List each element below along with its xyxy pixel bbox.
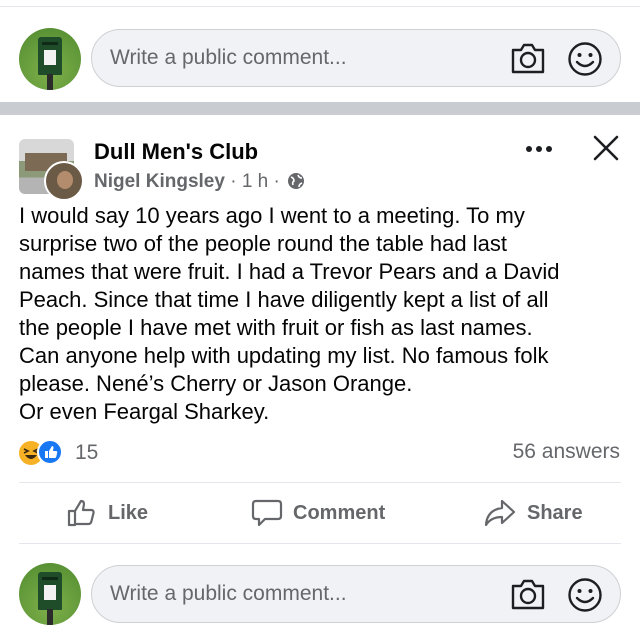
camera-icon[interactable] xyxy=(510,577,546,611)
post-time[interactable]: 1 h xyxy=(242,171,268,192)
section-separator xyxy=(0,102,640,115)
post-text: I would say 10 years ago I went to a mee… xyxy=(19,202,629,426)
avatar[interactable] xyxy=(19,28,81,90)
author-name[interactable]: Nigel Kingsley xyxy=(94,171,225,192)
comment-icon xyxy=(251,499,283,527)
post-meta: Nigel Kingsley · 1 h · xyxy=(94,171,305,193)
post-text-line: surprise two of the people round the tab… xyxy=(19,231,507,256)
post-text-line: Can anyone help with updating my list. N… xyxy=(19,343,549,368)
post-text-line: the people I have met with fruit or fish… xyxy=(19,315,533,340)
share-icon xyxy=(484,499,516,527)
author-avatar[interactable] xyxy=(44,161,84,201)
bottom-comment-row: Write a public comment... xyxy=(0,560,640,632)
group-name[interactable]: Dull Men's Club xyxy=(94,139,258,165)
top-comment-row: Write a public comment... xyxy=(0,26,640,98)
divider xyxy=(19,482,621,483)
answers-count[interactable]: 56 answers xyxy=(513,440,620,464)
share-label: Share xyxy=(527,501,583,524)
like-reaction-icon xyxy=(37,439,63,465)
avatar[interactable] xyxy=(19,563,81,625)
more-options-icon[interactable] xyxy=(524,139,554,159)
comment-placeholder: Write a public comment... xyxy=(110,46,347,69)
post-text-line: Or even Feargal Sharkey. xyxy=(19,399,270,424)
emoji-icon[interactable] xyxy=(567,41,603,77)
post-text-line: please. Nené’s Cherry or Jason Orange. xyxy=(19,371,413,396)
globe-icon xyxy=(288,173,305,189)
comment-input[interactable]: Write a public comment... xyxy=(91,29,621,87)
top-divider xyxy=(0,6,640,7)
like-label: Like xyxy=(108,501,149,524)
comment-input[interactable]: Write a public comment... xyxy=(91,565,621,623)
comment-placeholder: Write a public comment... xyxy=(110,582,347,605)
share-button[interactable]: Share xyxy=(483,495,583,531)
meta-separator: · xyxy=(230,171,237,192)
divider xyxy=(19,543,621,544)
emoji-icon[interactable] xyxy=(567,577,603,613)
comment-button[interactable]: Comment xyxy=(251,495,385,531)
thumbs-up-icon xyxy=(67,499,95,527)
camera-icon[interactable] xyxy=(510,41,546,75)
reaction-count: 15 xyxy=(75,441,99,464)
comment-label: Comment xyxy=(293,501,386,524)
post-text-line: I would say 10 years ago I went to a mee… xyxy=(19,203,525,228)
like-button[interactable]: Like xyxy=(66,495,148,531)
close-icon[interactable] xyxy=(591,133,621,163)
post-text-line: names that were fruit. I had a Trevor Pe… xyxy=(19,259,560,284)
meta-separator: · xyxy=(273,171,280,192)
post-text-line: Peach. Since that time I have diligently… xyxy=(19,287,549,312)
